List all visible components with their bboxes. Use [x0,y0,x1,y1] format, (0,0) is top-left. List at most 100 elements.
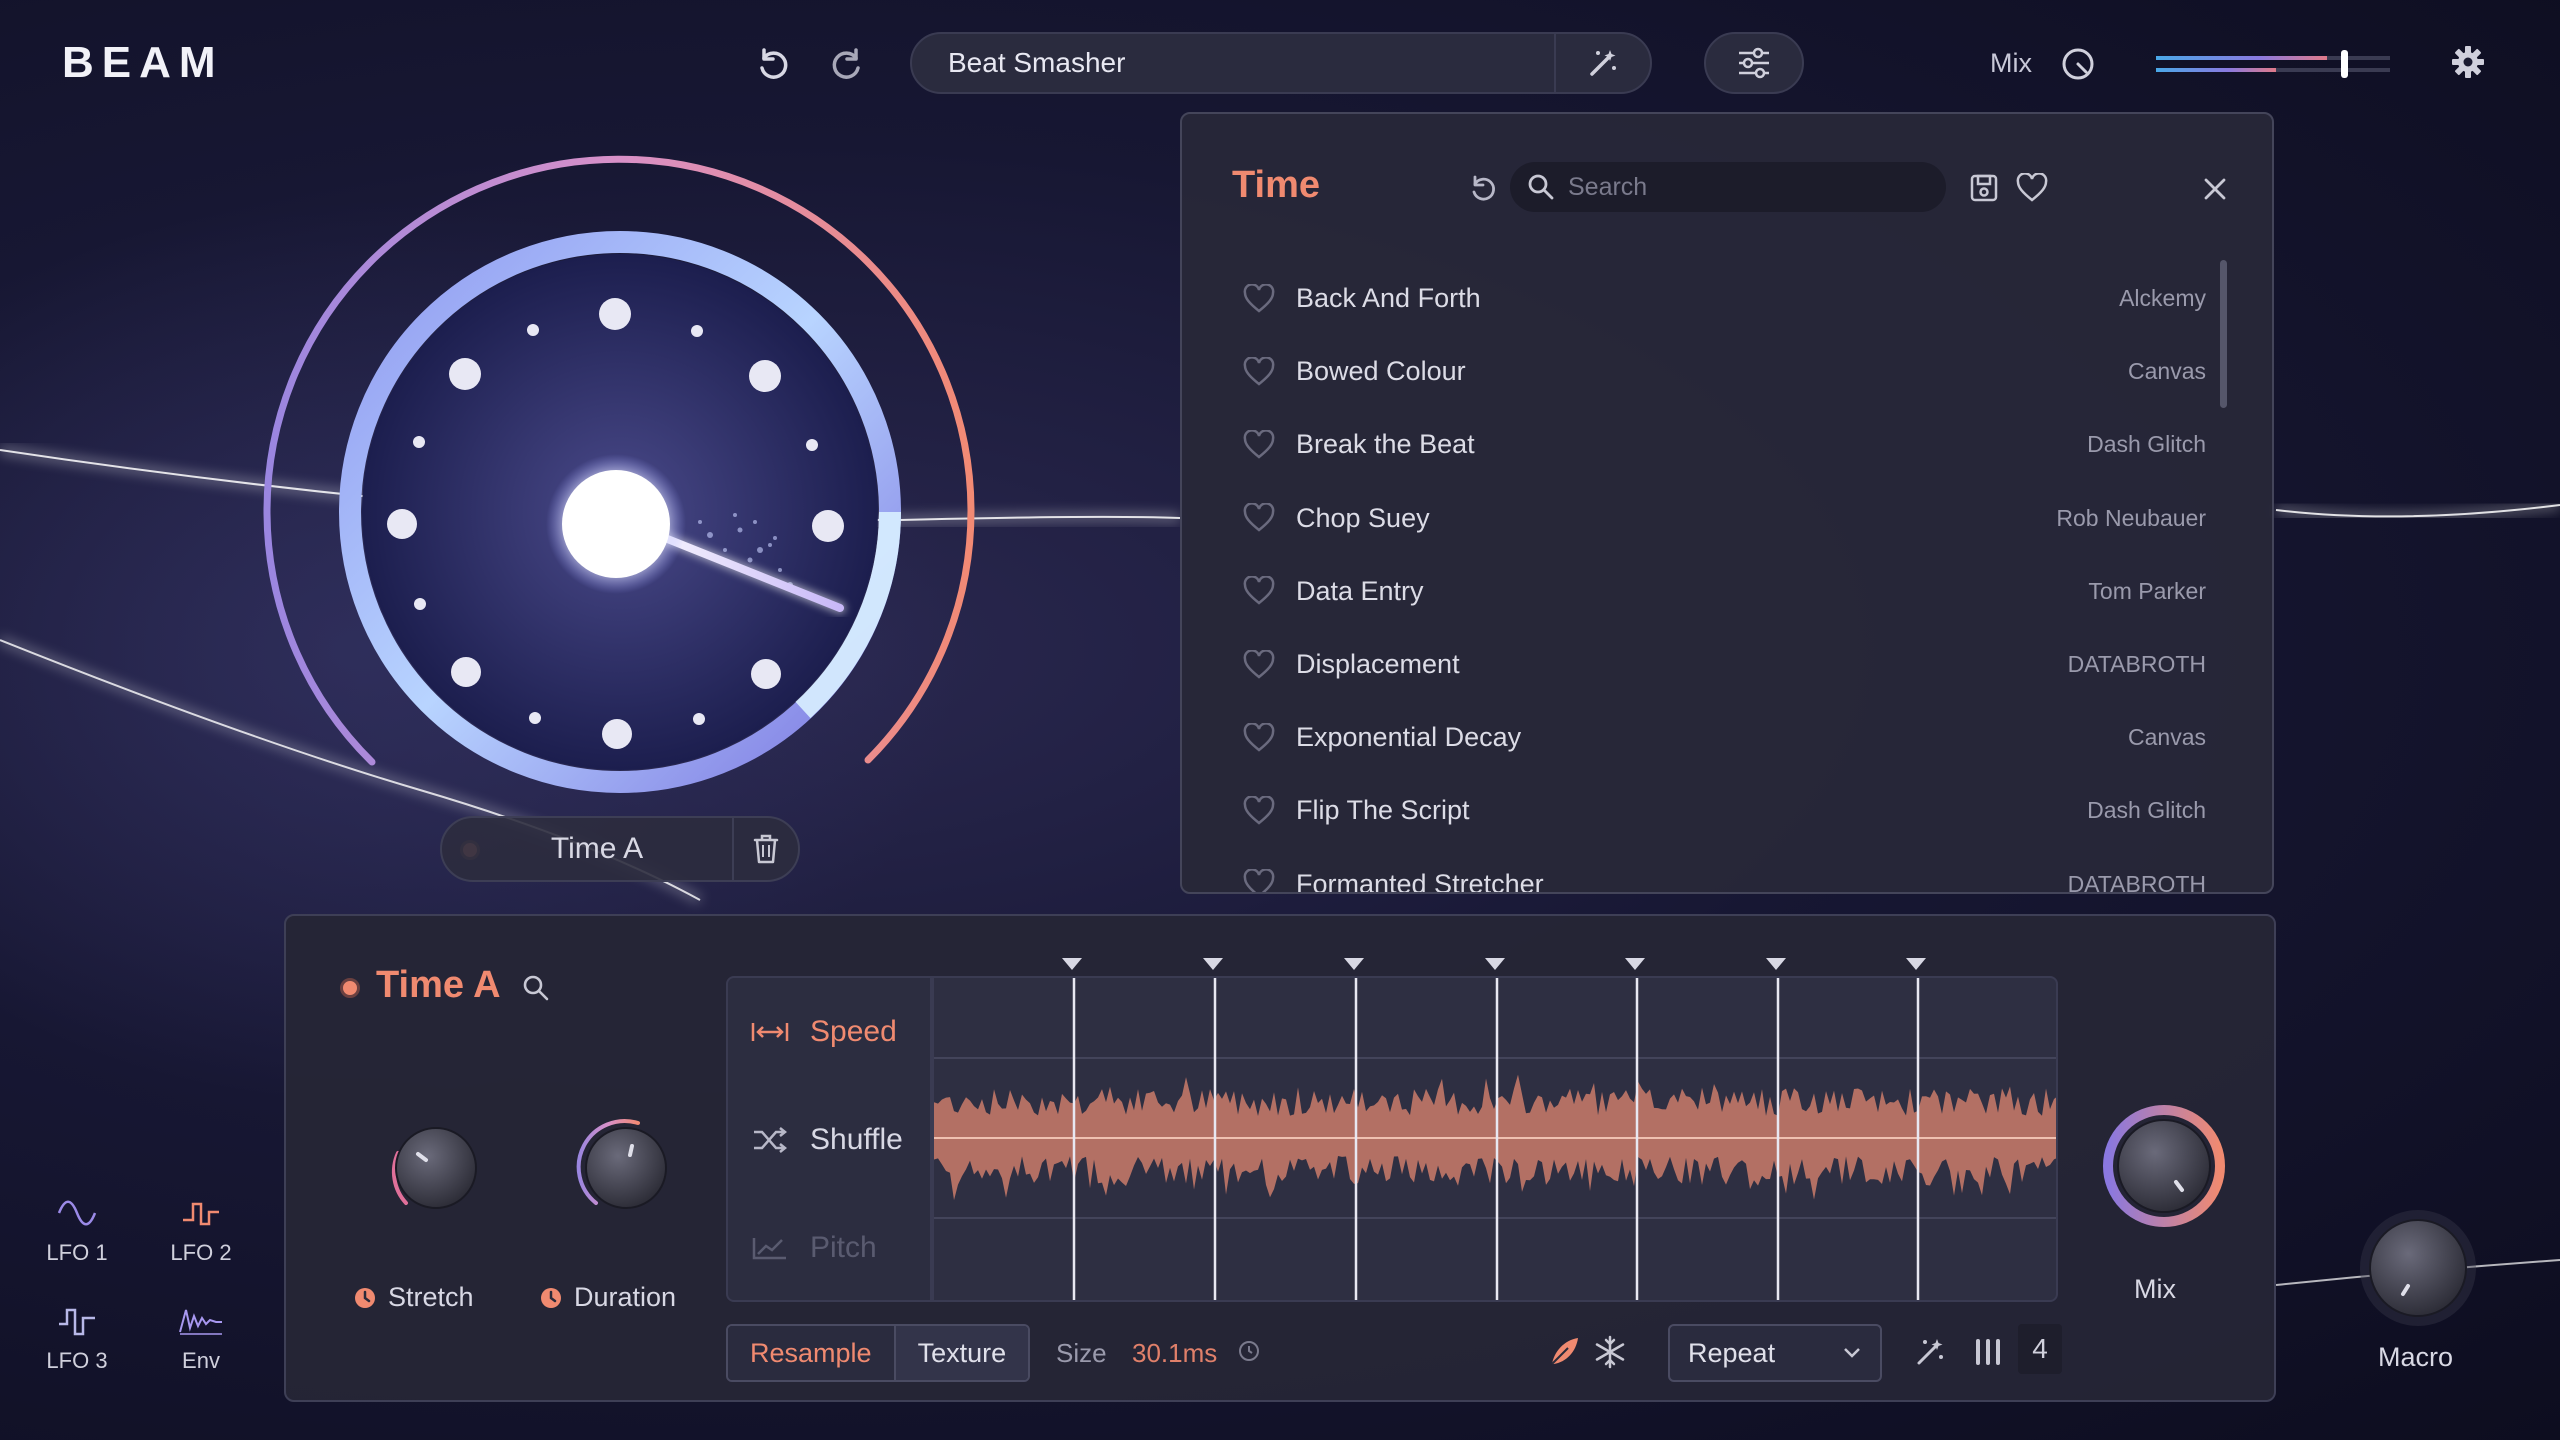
heart-icon[interactable] [1242,795,1276,826]
undo-button[interactable] [750,40,798,88]
repeat-value: Repeat [1688,1337,1776,1368]
module-search-button[interactable] [518,970,554,1006]
heart-icon[interactable] [1242,356,1276,387]
save-preset-button[interactable] [1964,168,2004,208]
slices-button[interactable] [1966,1330,2010,1374]
module-mix-knob[interactable] [2094,1096,2234,1236]
mix-mode-button[interactable] [2056,42,2100,86]
randomize-slices-button[interactable] [1908,1330,1952,1374]
slice-marker[interactable] [1062,958,1082,970]
lfo-2[interactable]: LFO 2 [146,1196,256,1266]
browser-reset-button[interactable] [1464,170,1502,208]
preset-list-scrollbar[interactable] [2220,260,2227,408]
global-mix-slider[interactable] [2156,50,2390,78]
waveform-display[interactable] [932,976,2058,1302]
size-sync-button[interactable] [1234,1336,1264,1366]
freeze-button[interactable] [1588,1330,1632,1374]
lfo-1[interactable]: LFO 1 [22,1196,132,1266]
texture-button[interactable]: Texture [893,1326,1029,1380]
preset-row[interactable]: Exponential Decay Canvas [1242,701,2242,774]
heart-icon[interactable] [1242,869,1276,894]
preset-row-name: Data Entry [1296,575,1424,606]
preset-row[interactable]: Data Entry Tom Parker [1242,555,2242,628]
preset-row-author: DATABROTH [2067,651,2206,678]
pitch-icon [752,1238,786,1260]
slice-marker[interactable] [1485,958,1505,970]
modulation-icon [541,1287,561,1308]
size-value[interactable]: 30.1ms [1132,1338,1217,1369]
heart-icon[interactable] [1242,722,1276,753]
trash-icon [753,834,779,864]
preset-row-author: Alckemy [2119,285,2206,312]
lfo-2-label: LFO 2 [170,1240,232,1265]
lfo-3[interactable]: LFO 3 [22,1304,132,1374]
module-title: Time A [376,964,501,1006]
slice-marker[interactable] [1344,958,1364,970]
mode-speed[interactable]: Speed [728,978,930,1086]
time-a-selector[interactable]: Time A [440,816,800,882]
engine-toggle: Resample Texture [726,1324,1031,1382]
duration-control[interactable]: Duration [540,1282,676,1313]
slice-marker[interactable] [1203,958,1223,970]
redo-button[interactable] [822,40,870,88]
chevron-down-icon [1844,1348,1860,1358]
preset-row[interactable]: Formanted Stretcher DATABROTH [1242,848,2242,894]
duration-label: Duration [574,1282,677,1312]
mode-shuffle[interactable]: Shuffle [728,1086,930,1194]
heart-icon[interactable] [1242,429,1276,460]
time-dial[interactable] [250,150,1010,810]
duration-knob[interactable] [566,1108,686,1228]
search-icon [523,975,549,1001]
sliders-icon [1739,47,1769,79]
settings-button[interactable] [2446,40,2490,84]
preset-row[interactable]: Break the Beat Dash Glitch [1242,408,2242,481]
feather-button[interactable] [1542,1330,1586,1374]
sine-wave-icon [57,1200,97,1226]
preset-search[interactable] [1510,162,1946,212]
reset-icon [1472,175,1495,201]
heart-icon[interactable] [1242,649,1276,680]
preset-row-author: Dash Glitch [2087,797,2206,824]
mode-pitch[interactable]: Pitch [728,1194,930,1302]
heart-icon[interactable] [1242,503,1276,533]
repeat-dropdown[interactable]: Repeat [1668,1324,1882,1382]
heart-icon[interactable] [1242,576,1276,606]
lfo-1-label: LFO 1 [46,1240,108,1265]
app-logo: BEAM [62,38,224,87]
preset-row[interactable]: Displacement DATABROTH [1242,628,2242,701]
slice-marker[interactable] [1766,958,1786,970]
module-active-dot[interactable] [340,978,360,998]
favorite-filter-button[interactable] [2012,168,2052,208]
delete-button[interactable] [732,818,798,880]
shuffle-icon [754,1127,788,1153]
preset-row-author: Canvas [2128,724,2206,751]
preset-row[interactable]: Chop Suey Rob Neubauer [1242,482,2242,555]
step-wave-icon [183,1202,219,1226]
heart-icon[interactable] [1242,283,1276,314]
preset-row-name: Flip The Script [1296,795,1470,826]
slice-marker[interactable] [1906,958,1926,970]
randomize-button[interactable] [1554,34,1650,92]
resample-button[interactable]: Resample [728,1326,894,1380]
preset-row[interactable]: Bowed Colour Canvas [1242,335,2242,408]
slice-markers[interactable] [932,954,2058,976]
search-input[interactable] [1568,172,1908,202]
macro-knob[interactable] [2356,1206,2480,1330]
stretch-knob[interactable] [376,1108,496,1228]
slice-marker[interactable] [1625,958,1645,970]
slice-count[interactable]: 4 [2018,1324,2062,1374]
envelope[interactable]: Env [146,1304,256,1374]
preset-row[interactable]: Flip The Script Dash Glitch [1242,774,2242,847]
gear-icon [2452,46,2484,78]
preset-selector[interactable]: Beat Smasher [910,32,1652,94]
bars-icon [1976,1339,2000,1365]
modulation-icon [355,1287,375,1308]
heart-icon [2016,173,2048,202]
preset-name[interactable]: Beat Smasher [912,47,1554,79]
global-controls-button[interactable] [1704,32,1804,94]
snowflake-icon [1595,1335,1625,1369]
stretch-control[interactable]: Stretch [354,1282,474,1313]
close-browser-button[interactable] [2196,170,2234,208]
preset-row[interactable]: Back And Forth Alckemy [1242,262,2242,335]
preset-row-name: Chop Suey [1296,502,1430,533]
